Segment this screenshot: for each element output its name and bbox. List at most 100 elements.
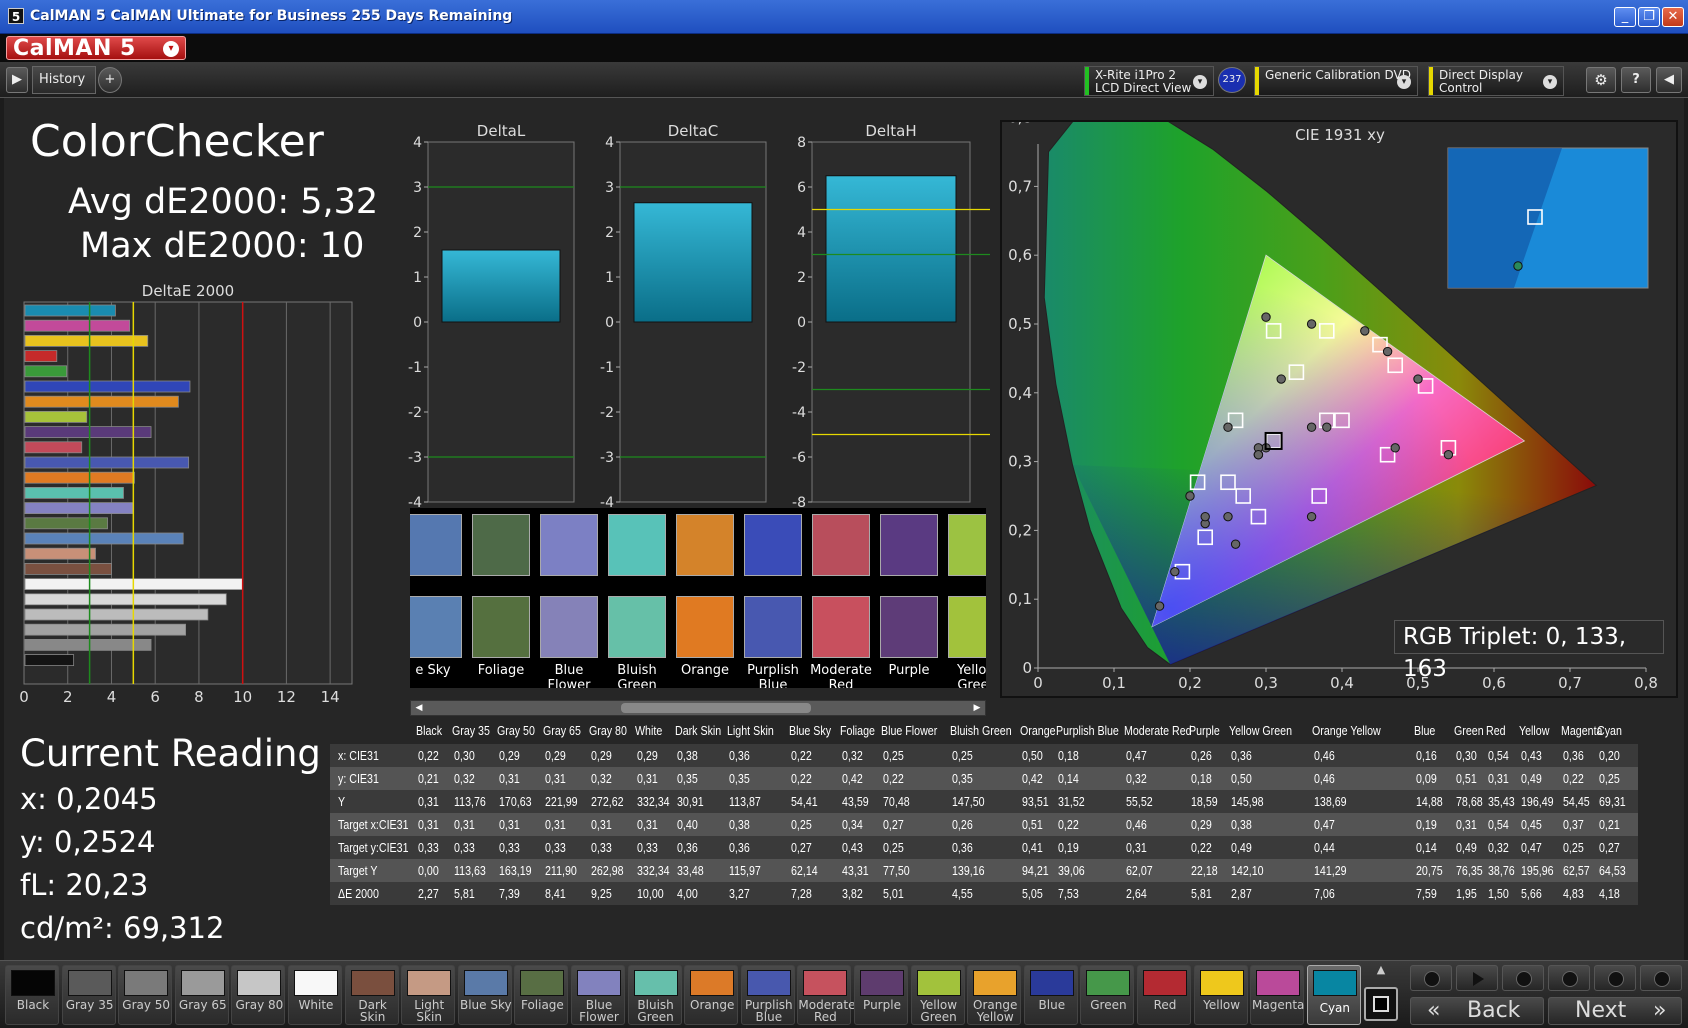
table-cell: 7,59	[1416, 886, 1437, 901]
table-cell: 5,81	[454, 886, 475, 901]
swatch-button[interactable]: Gray 80	[231, 965, 286, 1025]
scroll-left-icon[interactable]: ◀	[413, 702, 425, 714]
help-icon[interactable]: ?	[1621, 67, 1651, 93]
scrollbar-thumb[interactable]	[621, 703, 811, 713]
table-row: Target x:CIE31 0,31 0,31 0,31 0,31 0,31 0,31 0,…	[330, 813, 1638, 836]
y-tick-label: 4	[605, 135, 614, 151]
table-cell: 0,46	[1314, 748, 1335, 763]
source-selector[interactable]: Generic Calibration DVD ▾	[1254, 66, 1418, 96]
tab-history-1[interactable]: History 1	[32, 66, 96, 113]
swatch-button[interactable]: Foliage	[514, 965, 569, 1025]
table-cell: 0,25	[952, 748, 973, 763]
swatch-button[interactable]: Purplish Blue	[740, 965, 795, 1025]
table-cell: 1,50	[1488, 886, 1509, 901]
swatch-color	[1312, 970, 1357, 996]
collapse-up-icon[interactable]: ▲	[1370, 963, 1392, 981]
swatch-label: Blue	[1038, 998, 1066, 1012]
meter-badge[interactable]: 237	[1218, 67, 1246, 93]
swatch-button[interactable]: Purple	[854, 965, 908, 1025]
measured-point	[1170, 566, 1180, 577]
table-cell: 0,33	[545, 840, 566, 855]
swatch-button[interactable]: Blue Sky	[457, 965, 512, 1025]
swatch-button[interactable]: Orange Yellow	[967, 965, 1022, 1025]
swatch-button[interactable]: Blue Flower	[571, 965, 625, 1025]
play-icon[interactable]: ▶	[6, 67, 28, 93]
table-cell: 64,53	[1599, 863, 1626, 878]
deltae-2000-chart: DeltaE 2000 0 2 4 6 8 10 12 14	[19, 282, 353, 706]
measured-point	[1185, 491, 1195, 501]
swatch-measured	[608, 514, 666, 576]
delta-lch-charts: DeltaL 4 3 2 1 0 -1 -2 -3 -4 DeltaC 4 3 2 1 0 -1 -2 -3 -4 De…	[408, 122, 990, 508]
swatch-button[interactable]: Gray 35	[61, 965, 116, 1025]
swatch-button[interactable]: Yellow Green	[910, 965, 965, 1025]
add-tab-button[interactable]: +	[98, 67, 122, 93]
column-header: Gray 50	[497, 723, 535, 738]
measured-point	[1223, 511, 1233, 522]
deltae-bar	[24, 654, 75, 667]
table-cell: 93,51	[1022, 794, 1049, 809]
y-tick-label: 0	[605, 315, 614, 331]
y-tick-label: -3	[600, 450, 614, 466]
swatch-label: Gray 35	[65, 998, 114, 1012]
maximize-button[interactable]: ❐	[1638, 7, 1660, 27]
table-cell: 0,54	[1488, 748, 1509, 763]
swatch-button[interactable]: Bluish Green	[627, 965, 682, 1025]
calman-menu-button[interactable]: CalMAN 5 ▾	[6, 36, 186, 61]
deltae-bar	[24, 471, 135, 484]
table-cell: 69,31	[1599, 794, 1626, 809]
table-cell: 0,37	[1563, 817, 1584, 832]
swatch-button[interactable]: Gray 50	[118, 965, 173, 1025]
swatch-button[interactable]: Gray 65	[174, 965, 229, 1025]
table-cell: 0,29	[545, 748, 566, 763]
measured-point	[1306, 511, 1317, 522]
swatch-button[interactable]: Cyan	[1306, 965, 1361, 1025]
table-cell: 0,38	[1231, 817, 1252, 832]
scroll-right-icon[interactable]: ▶	[971, 702, 983, 714]
table-cell: 4,83	[1563, 886, 1584, 901]
deltae-bar	[24, 532, 184, 545]
y-tick-label: 0,3	[1008, 453, 1032, 471]
swatch-label: Bluish Green	[617, 663, 657, 688]
stop-icon[interactable]	[1364, 987, 1398, 1021]
swatch-button[interactable]: Yellow	[1193, 965, 1248, 1025]
swatch-button[interactable]: Moderate Red	[797, 965, 856, 1025]
gear-icon[interactable]: ⚙	[1586, 67, 1616, 93]
next-button[interactable]: Next »	[1548, 997, 1682, 1025]
display-status-bar	[1429, 67, 1433, 95]
step-icon[interactable]	[1640, 965, 1682, 991]
refresh-icon[interactable]	[1594, 965, 1636, 991]
swatch-measured	[948, 514, 986, 576]
swatch-label: Moderate Red	[798, 998, 856, 1024]
swatch-button[interactable]: Green	[1080, 965, 1135, 1025]
swatch-scrollbar[interactable]: ◀ ▶	[410, 700, 986, 716]
loop-icon[interactable]	[1502, 965, 1544, 991]
swatch-button[interactable]: Light Skin	[401, 965, 456, 1025]
table-cell: 113,63	[454, 863, 486, 878]
play-icon[interactable]	[1456, 965, 1498, 991]
table-cell: 38,76	[1488, 863, 1515, 878]
table-cell: 30,91	[677, 794, 704, 809]
swatch-button[interactable]: Blue	[1023, 965, 1078, 1025]
back-button[interactable]: « Back	[1410, 997, 1544, 1025]
minimize-button[interactable]: _	[1614, 7, 1636, 27]
collapse-panel-icon[interactable]: ◀	[1656, 67, 1682, 93]
swatch-target	[812, 596, 870, 658]
current-reading-title: Current Reading	[20, 732, 321, 775]
table-cell: 2,27	[418, 886, 439, 901]
record-icon[interactable]	[1410, 965, 1452, 991]
swatch-button[interactable]: Orange	[684, 965, 739, 1025]
continuous-icon[interactable]	[1548, 965, 1590, 991]
swatch-button[interactable]: Red	[1137, 965, 1191, 1025]
swatch-button[interactable]: Black	[5, 965, 59, 1025]
swatch-button[interactable]: White	[288, 965, 342, 1025]
close-button[interactable]: ✕	[1662, 7, 1684, 27]
column-header: Foliage	[840, 723, 875, 738]
swatch-button[interactable]: Dark Skin	[344, 965, 399, 1025]
y-tick-label: 4	[797, 225, 806, 241]
display-selector[interactable]: Direct Display Control ▾	[1428, 66, 1564, 96]
button-glyph	[1424, 971, 1440, 987]
swatch-button[interactable]: Magenta	[1250, 965, 1304, 1025]
column-header: Orange Yellow	[1312, 723, 1381, 738]
x-tick-label: 2	[63, 688, 73, 706]
meter-selector[interactable]: X-Rite i1Pro 2 LCD Direct View ▾	[1084, 66, 1214, 96]
